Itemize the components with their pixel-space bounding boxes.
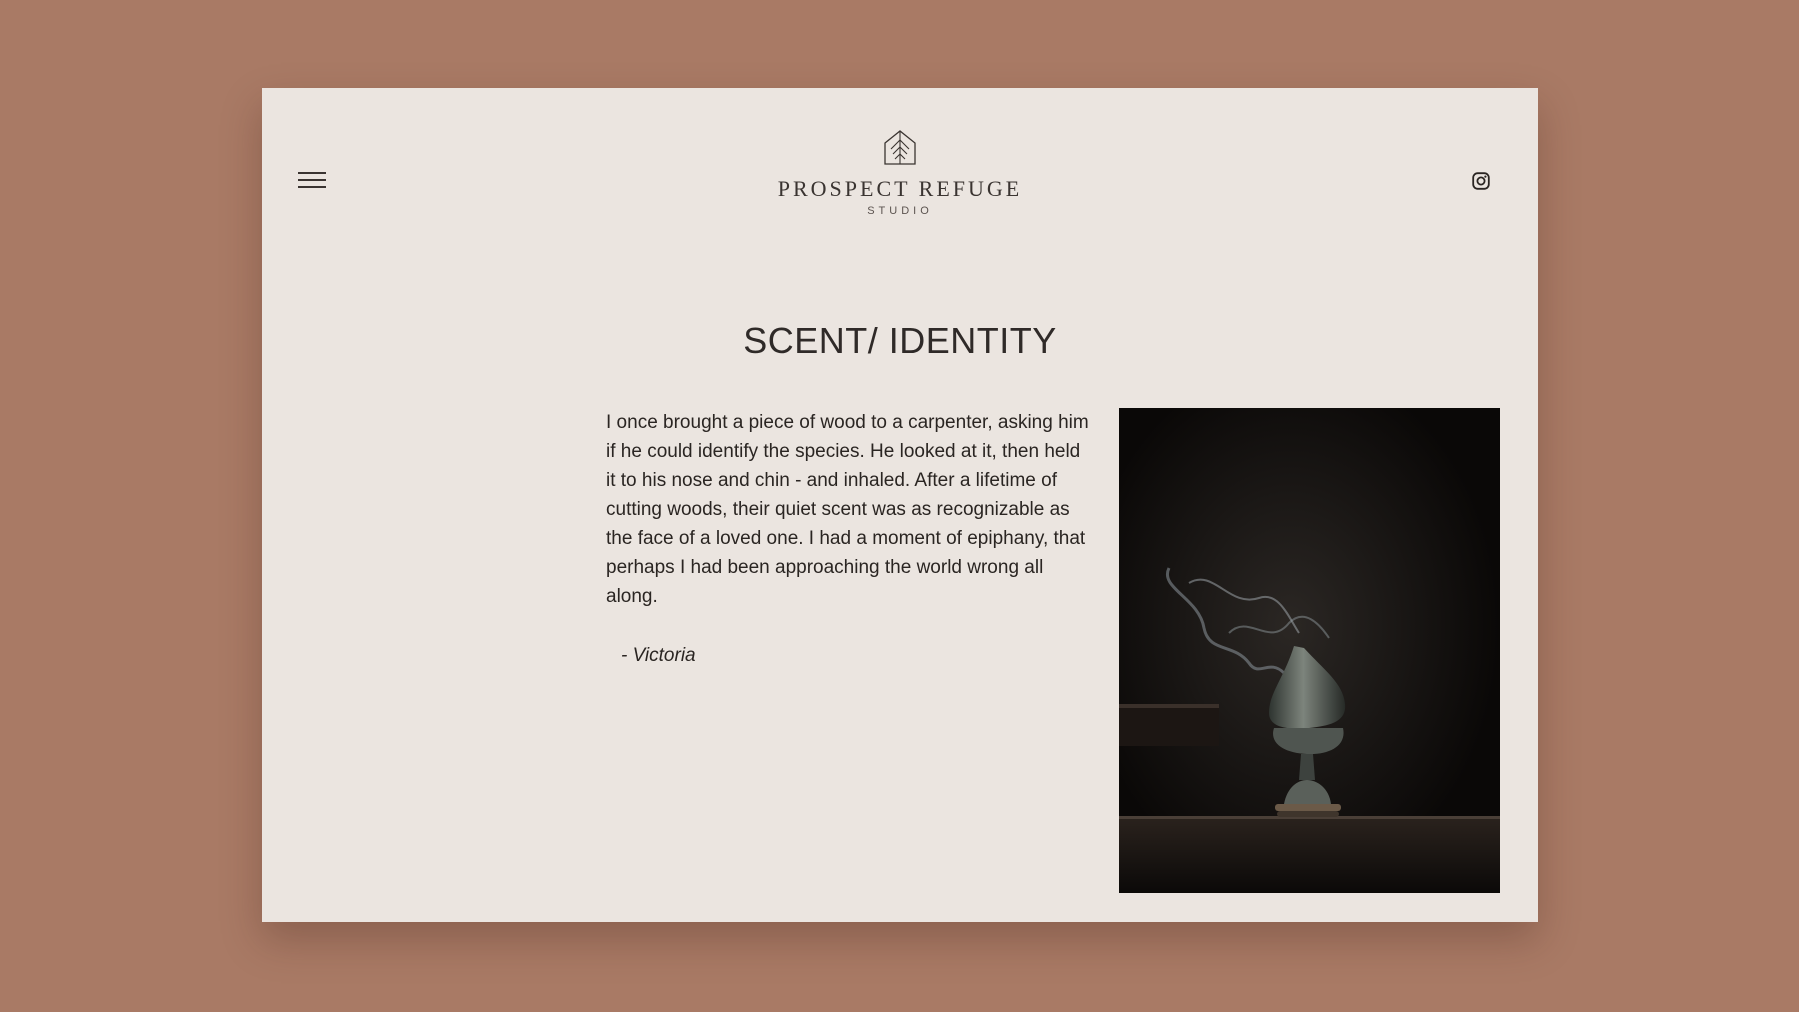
house-tree-logo-icon — [884, 130, 916, 165]
page-card: PROSPECT REFUGE STUDIO SCENT/ IDENTITY I… — [262, 88, 1538, 922]
story-text: I once brought a piece of wood to a carp… — [606, 412, 1089, 607]
story-author: - Victoria — [621, 645, 696, 666]
site-logo[interactable]: PROSPECT REFUGE STUDIO — [700, 128, 1100, 217]
menu-line — [298, 186, 326, 188]
page-title: SCENT/ IDENTITY — [743, 320, 1057, 361]
logo-subtitle: STUDIO — [867, 205, 933, 217]
incense-burner-smoke-photo — [1119, 408, 1500, 893]
menu-line — [298, 172, 326, 174]
logo-title: PROSPECT REFUGE — [777, 176, 1023, 201]
menu-line — [298, 179, 326, 181]
instagram-icon[interactable] — [1472, 172, 1490, 190]
hamburger-menu-icon[interactable] — [298, 170, 326, 190]
